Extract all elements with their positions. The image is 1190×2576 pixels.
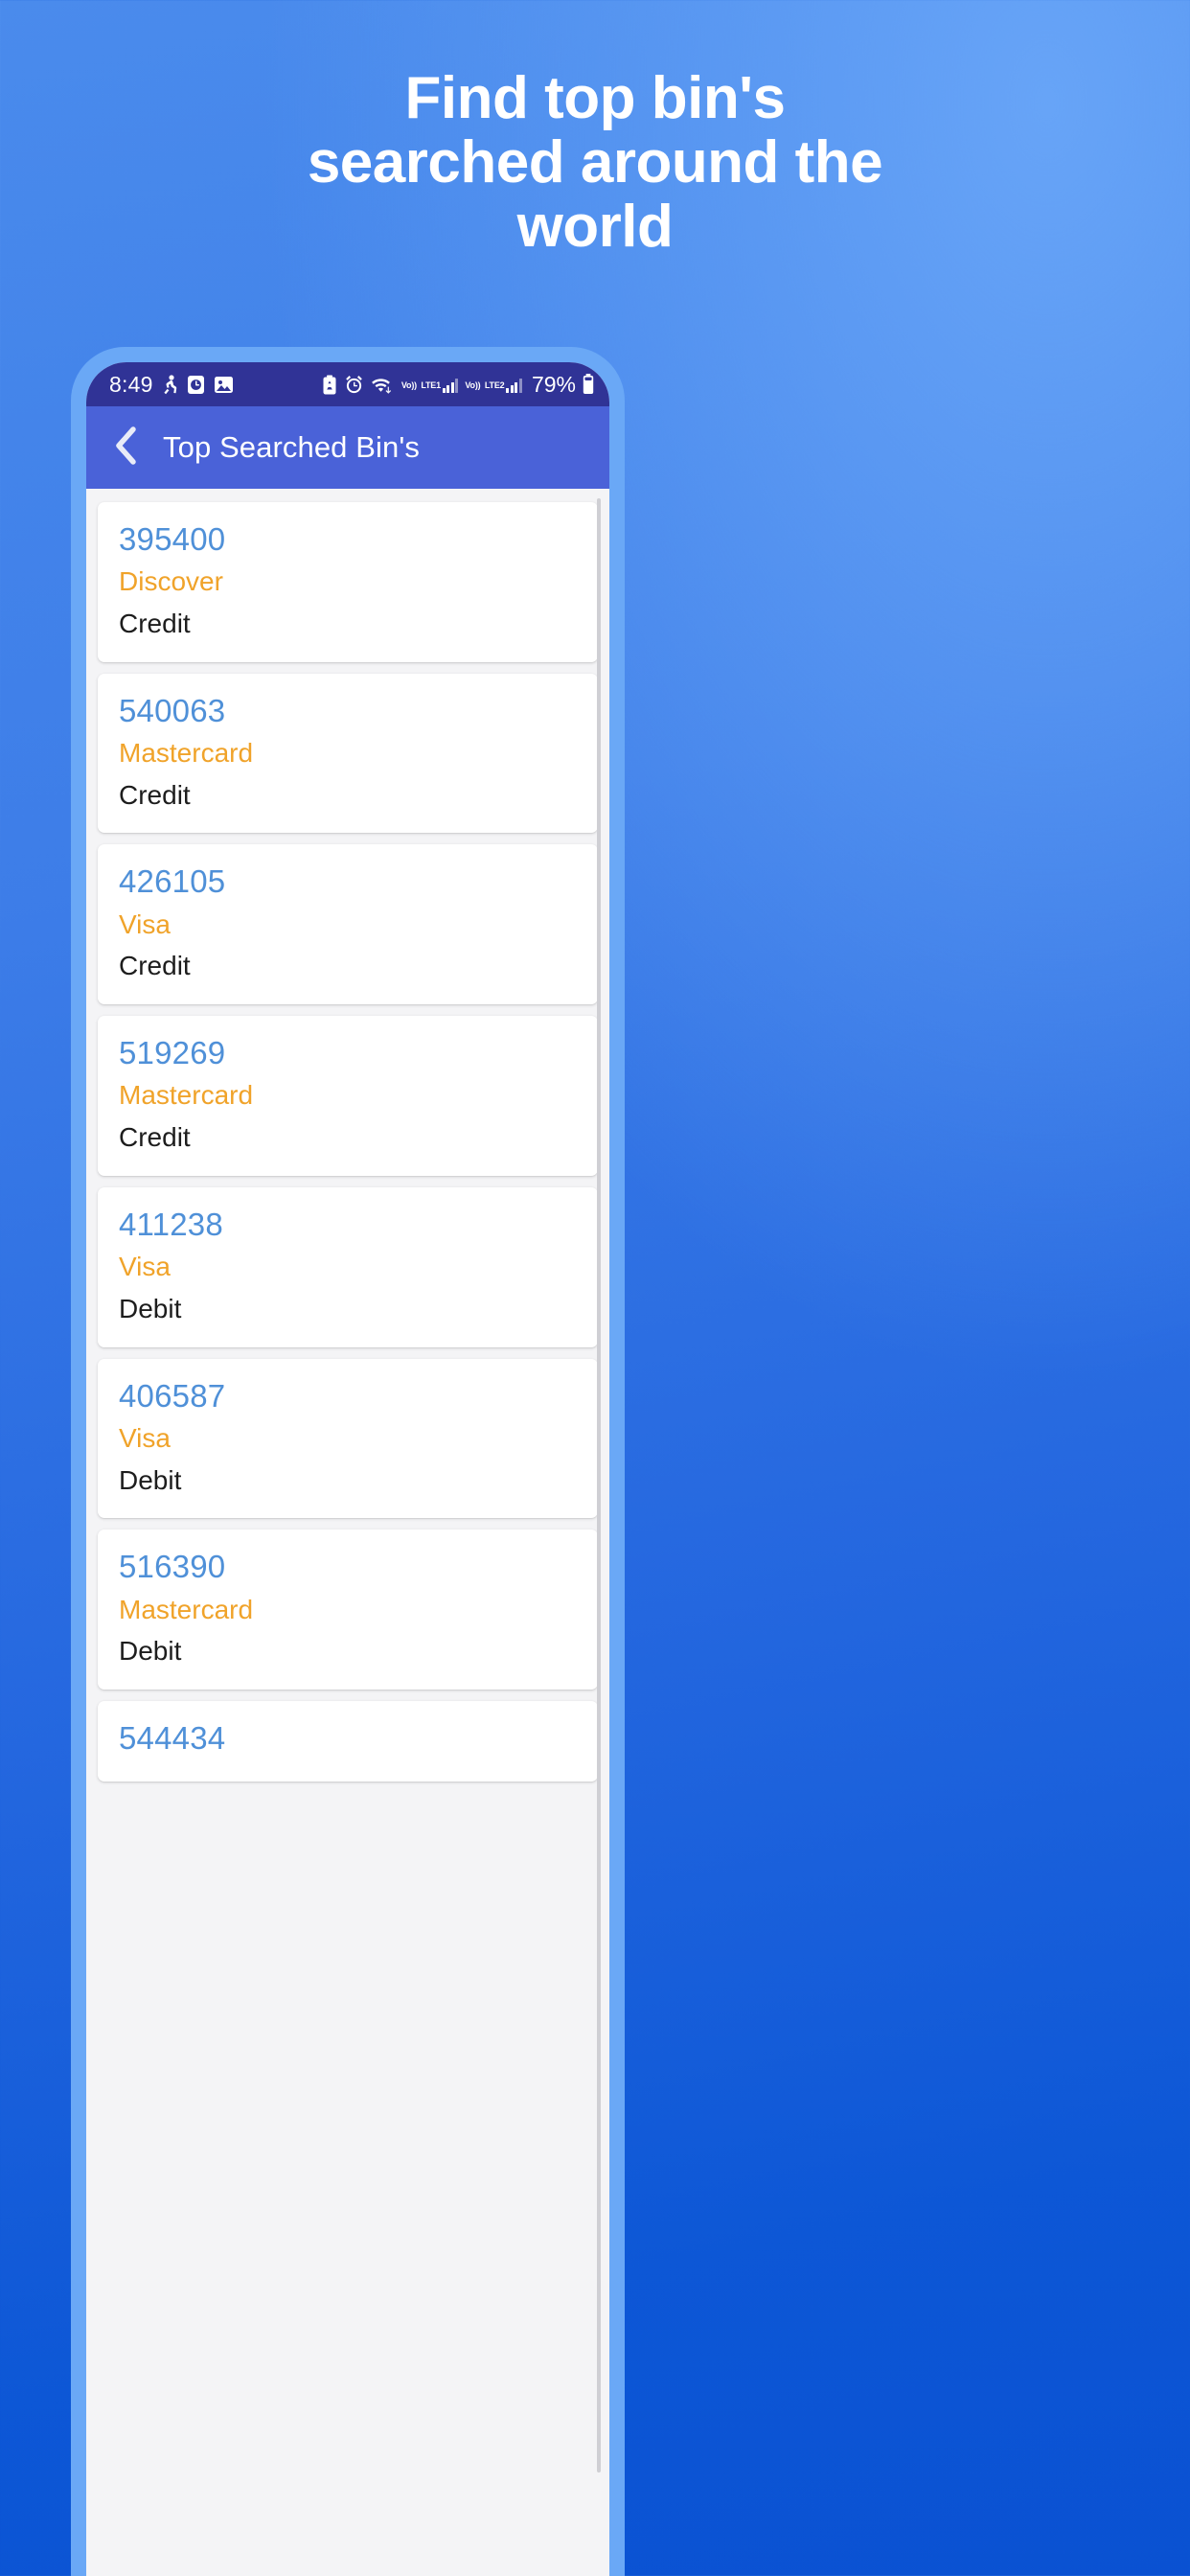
back-button[interactable]	[109, 426, 142, 470]
list-scrollbar[interactable]	[597, 498, 601, 2472]
battery-icon	[583, 374, 594, 395]
list-item[interactable]: 406587 Visa Debit	[98, 1358, 598, 1519]
card-brand: Mastercard	[119, 737, 254, 768]
headline-line-1: Find top bin's	[404, 65, 786, 131]
card-type: Credit	[119, 779, 191, 810]
card-brand: Mastercard	[119, 1594, 254, 1624]
bin-number: 544434	[119, 1720, 226, 1757]
sim1-network-label: LTE1	[421, 380, 441, 390]
card-brand: Visa	[119, 908, 171, 939]
card-type: Debit	[119, 1636, 182, 1667]
list-item[interactable]: 544434	[98, 1701, 598, 1782]
sim1-network-indicator: Vo)) LTE1	[401, 376, 459, 393]
status-bar: 8:49 Vo)) LTE1 Vo)) LTE2 79%	[86, 362, 609, 406]
wifi-icon	[371, 375, 395, 395]
sim1-volte-label: Vo))	[400, 380, 417, 390]
card-brand: Discover	[119, 566, 223, 597]
bin-number: 411238	[119, 1206, 223, 1242]
card-type: Debit	[119, 1464, 182, 1495]
bin-number: 406587	[119, 1377, 226, 1414]
bin-number: 519269	[119, 1035, 226, 1071]
bin-list[interactable]: 395400 Discover Credit 540063 Mastercard…	[86, 489, 609, 2576]
sim1-labels: Vo)) LTE1	[401, 376, 441, 393]
list-item[interactable]: 516390 Mastercard Debit	[98, 1530, 598, 1690]
app-bar: Top Searched Bin's	[86, 406, 609, 489]
bin-number: 516390	[119, 1549, 226, 1585]
clock-icon	[187, 375, 205, 395]
sim2-network-indicator: Vo)) LTE2	[465, 376, 522, 393]
sim2-network-label: LTE2	[484, 380, 505, 390]
card-type: Credit	[119, 1122, 191, 1153]
battery-saver-icon	[322, 375, 337, 395]
sim1-signal-bars-icon	[442, 379, 459, 393]
battery-percent-label: 79%	[531, 371, 576, 397]
alarm-icon	[344, 375, 364, 395]
card-brand: Mastercard	[119, 1080, 254, 1111]
phone-mockup: 8:49 Vo)) LTE1 Vo)) LTE2 79% Top Searche…	[71, 347, 625, 2576]
card-brand: Visa	[119, 1252, 171, 1282]
list-item[interactable]: 411238 Visa Debit	[98, 1186, 598, 1347]
page-title: Top Searched Bin's	[163, 430, 420, 464]
promo-headline: Find top bin's searched around the world	[0, 65, 1190, 260]
status-bar-right: Vo)) LTE1 Vo)) LTE2 79%	[322, 372, 594, 398]
status-bar-clock: 8:49	[109, 371, 153, 397]
card-type: Credit	[119, 608, 191, 638]
headline-line-3: world	[516, 193, 674, 260]
sim2-signal-bars-icon	[506, 379, 522, 393]
card-brand: Visa	[119, 1422, 171, 1453]
sim2-volte-label: Vo))	[465, 380, 481, 390]
list-item[interactable]: 426105 Visa Credit	[98, 844, 598, 1005]
chevron-left-icon	[113, 426, 138, 471]
pedometer-icon	[162, 374, 178, 395]
list-item[interactable]: 395400 Discover Credit	[98, 502, 598, 662]
card-type: Debit	[119, 1293, 182, 1323]
bin-number: 395400	[119, 521, 226, 557]
list-item[interactable]: 540063 Mastercard Credit	[98, 673, 598, 834]
headline-line-2: searched around the	[307, 128, 883, 196]
sim2-labels: Vo)) LTE2	[465, 376, 504, 393]
card-type: Credit	[119, 951, 191, 981]
list-item[interactable]: 519269 Mastercard Credit	[98, 1016, 598, 1176]
gallery-icon	[214, 375, 234, 395]
bin-number: 540063	[119, 692, 226, 728]
phone-screen: 8:49 Vo)) LTE1 Vo)) LTE2 79% Top Searche…	[86, 362, 609, 2576]
status-bar-left: 8:49	[109, 372, 234, 398]
bin-number: 426105	[119, 863, 226, 900]
